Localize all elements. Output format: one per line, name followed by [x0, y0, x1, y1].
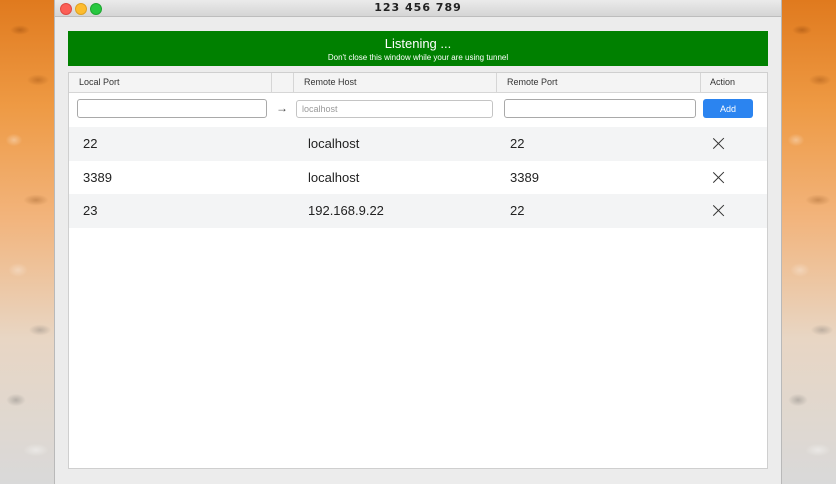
close-icon — [712, 171, 725, 184]
row-remote-host: localhost — [308, 169, 360, 185]
table-row: 22 localhost 22 — [69, 127, 767, 161]
table-row: 23 192.168.9.22 22 — [69, 194, 767, 228]
table-header: Local Port Remote Host Remote Port Actio… — [69, 73, 767, 93]
local-port-input[interactable] — [77, 99, 267, 118]
delete-row-button[interactable] — [712, 194, 726, 227]
row-remote-port: 3389 — [510, 169, 539, 185]
row-local-port: 23 — [83, 203, 98, 218]
row-remote-port: 22 — [510, 203, 525, 218]
header-local-port: Local Port — [69, 73, 272, 92]
add-button[interactable]: Add — [703, 99, 753, 118]
table-row: 3389 localhost 3389 — [69, 161, 767, 195]
header-remote-port: Remote Port — [497, 73, 701, 92]
status-title: Listening ... — [384, 36, 452, 51]
remote-host-input[interactable] — [296, 100, 493, 118]
arrow-right-icon: → — [276, 101, 288, 115]
desktop-background-left — [0, 0, 56, 484]
row-remote-host: 192.168.9.22 — [308, 203, 384, 218]
row-remote-port: 22 — [510, 136, 525, 151]
window-title: 123 456 789 — [374, 1, 462, 14]
header-action: Action — [710, 77, 736, 87]
status-banner: Listening ... Don't close this window wh… — [68, 31, 768, 66]
row-local-port: 3389 — [83, 169, 112, 185]
tunnel-window: 123 456 789 Listening ... Don't close th… — [54, 0, 782, 484]
header-remote-host: Remote Host — [294, 73, 497, 92]
row-remote-host: localhost — [308, 136, 360, 151]
title-bar[interactable]: 123 456 789 — [55, 0, 781, 17]
status-subtitle: Don't close this window while your are u… — [327, 53, 509, 62]
close-icon — [712, 204, 725, 217]
new-tunnel-row: → Add — [69, 93, 767, 127]
tunnel-table: Local Port Remote Host Remote Port Actio… — [68, 72, 768, 469]
delete-row-button[interactable] — [712, 127, 726, 160]
close-icon — [712, 137, 725, 150]
delete-row-button[interactable] — [712, 161, 726, 194]
header-spacer — [272, 73, 294, 92]
remote-port-input[interactable] — [504, 99, 696, 118]
row-local-port: 22 — [83, 136, 98, 151]
main-content: Listening ... Don't close this window wh… — [68, 31, 768, 469]
desktop-background-right — [782, 0, 836, 484]
